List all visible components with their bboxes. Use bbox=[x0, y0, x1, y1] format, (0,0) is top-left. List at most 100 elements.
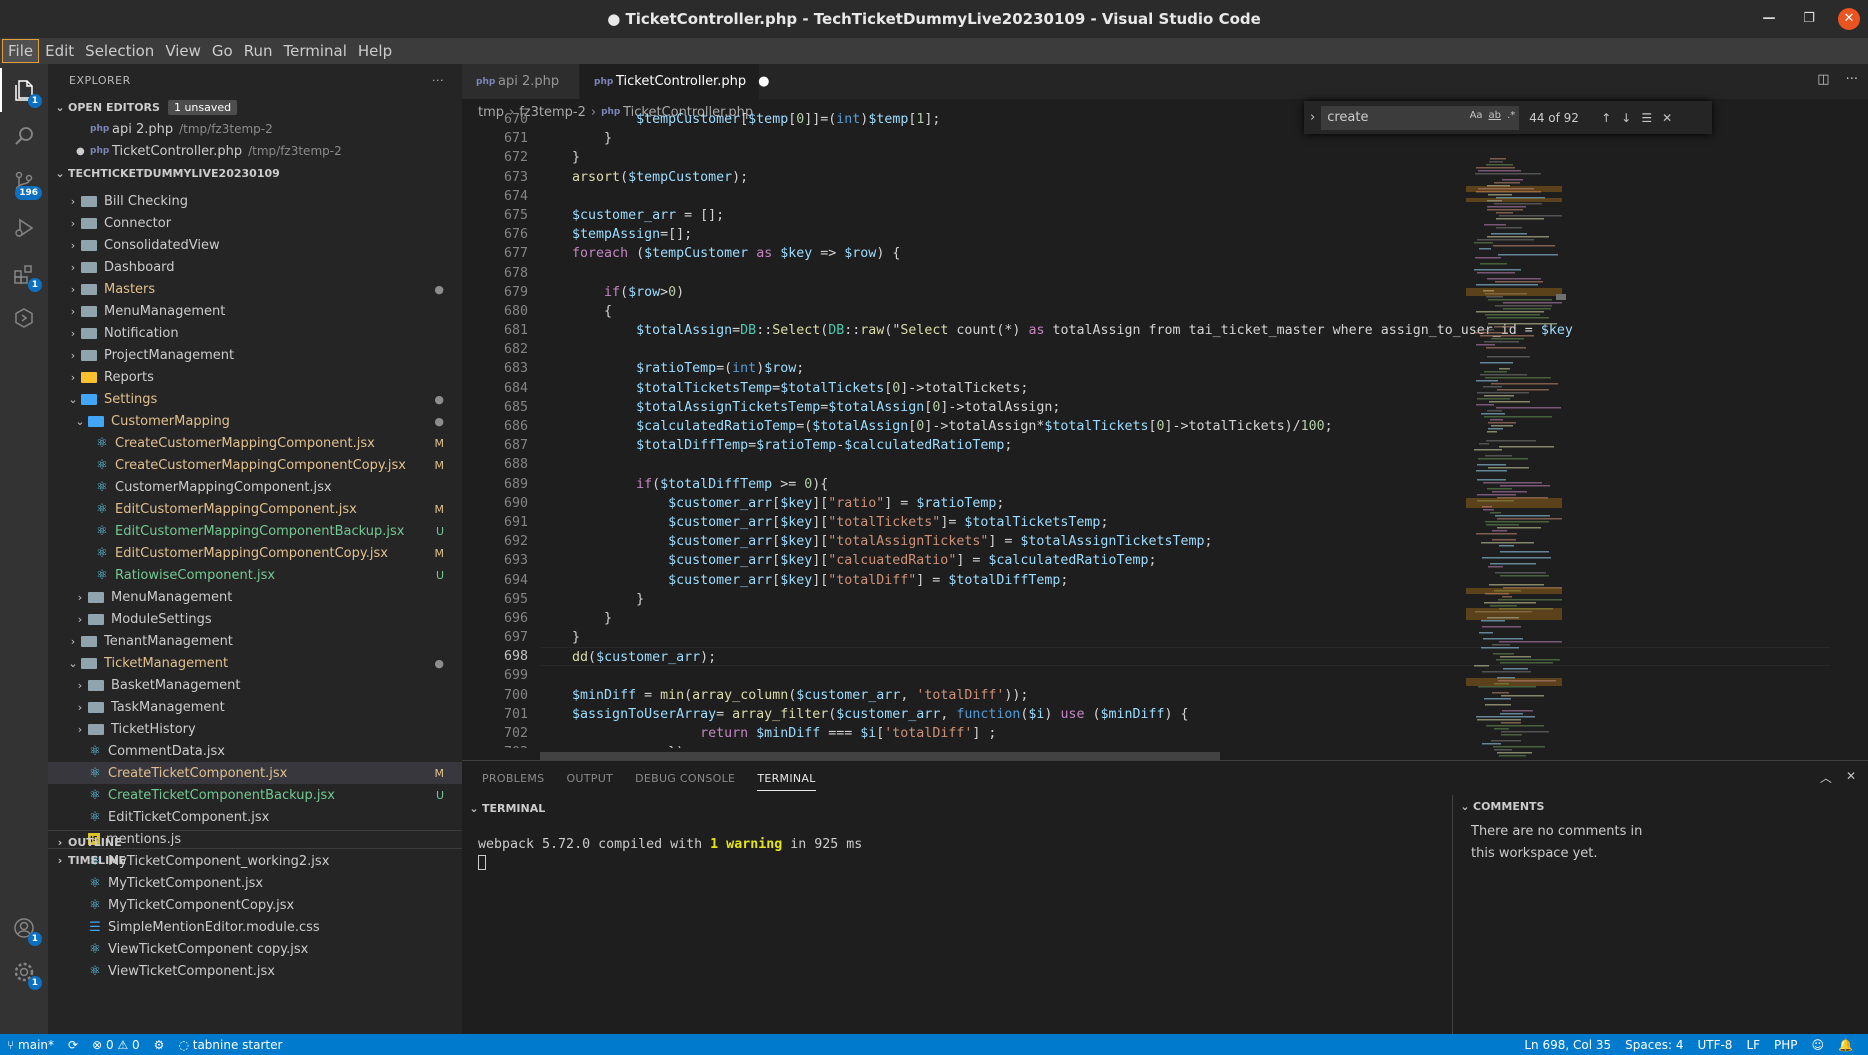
folder-item[interactable]: › Connector bbox=[48, 212, 462, 234]
git-decoration: ● bbox=[434, 656, 444, 670]
explorer-icon[interactable]: 1 bbox=[0, 68, 48, 112]
folder-item[interactable]: › ModuleSettings bbox=[48, 608, 462, 630]
terminal-output[interactable]: webpack 5.72.0 compiled with 1 warning i… bbox=[478, 837, 862, 852]
open-editor-item[interactable]: php api 2.php /tmp/fz3temp-2 bbox=[48, 118, 462, 140]
workspace-section[interactable]: ⌄ TECHTICKETDUMMYLIVE20230109 bbox=[48, 162, 462, 184]
file-item[interactable]: ⚛ CreateTicketComponentBackup.jsx U bbox=[48, 784, 462, 806]
folder-item[interactable]: › MenuManagement bbox=[48, 586, 462, 608]
file-item[interactable]: ⚛ RatiowiseComponent.jsx U bbox=[48, 564, 462, 586]
file-item[interactable]: ⚛ CreateCustomerMappingComponent.jsx M bbox=[48, 432, 462, 454]
open-editor-item[interactable]: ● php TicketController.php /tmp/fz3temp-… bbox=[48, 140, 462, 162]
tab-output[interactable]: OUTPUT bbox=[566, 772, 613, 785]
branch-indicator[interactable]: ⑂ main* bbox=[7, 1038, 54, 1052]
menu-view[interactable]: View bbox=[160, 40, 206, 62]
match-whole-word-icon[interactable]: ab bbox=[1489, 110, 1501, 121]
file-item[interactable]: ☰ SimpleMentionEditor.module.css bbox=[48, 916, 462, 938]
unsaved-dot-icon[interactable]: ● bbox=[758, 74, 769, 89]
folder-item[interactable]: › Notification bbox=[48, 322, 462, 344]
tab-terminal[interactable]: TERMINAL bbox=[757, 772, 816, 791]
tab-ticketcontroller-php[interactable]: php TicketController.php ● bbox=[580, 64, 769, 99]
folder-item[interactable]: › Dashboard bbox=[48, 256, 462, 278]
folder-item[interactable]: ⌄ Settings ● bbox=[48, 388, 462, 410]
folder-item[interactable]: › Masters ● bbox=[48, 278, 462, 300]
menu-edit[interactable]: Edit bbox=[40, 40, 79, 62]
menu-go[interactable]: Go bbox=[207, 40, 238, 62]
problems-indicator[interactable]: ⊗ 0 ⚠ 0 bbox=[92, 1038, 140, 1052]
remote-explorer-icon[interactable] bbox=[0, 296, 48, 340]
file-item[interactable]: ⚛ CommentData.jsx bbox=[48, 740, 462, 762]
minimize-icon[interactable]: — bbox=[1758, 8, 1780, 30]
file-item[interactable]: ⚛ EditCustomerMappingComponentBackup.jsx U bbox=[48, 520, 462, 542]
arrow-down-icon[interactable]: ↓ bbox=[1621, 111, 1631, 125]
more-actions-icon[interactable]: ··· bbox=[1846, 72, 1858, 87]
language-mode[interactable]: PHP bbox=[1774, 1038, 1798, 1052]
timeline-section[interactable]: › TIMELINE bbox=[48, 849, 462, 871]
menu-terminal[interactable]: Terminal bbox=[279, 40, 352, 62]
more-actions-icon[interactable]: ··· bbox=[432, 74, 444, 87]
maximize-panel-icon[interactable]: ︿ bbox=[1820, 769, 1832, 786]
extensions-icon[interactable]: 1 bbox=[0, 252, 48, 296]
folder-item[interactable]: › Bill Checking bbox=[48, 190, 462, 212]
file-item[interactable]: ⚛ EditCustomerMappingComponentCopy.jsx M bbox=[48, 542, 462, 564]
close-icon[interactable]: ✕ bbox=[1662, 111, 1672, 125]
file-item[interactable]: ⚛ MyTicketComponentCopy.jsx bbox=[48, 894, 462, 916]
indentation[interactable]: Spaces: 4 bbox=[1625, 1038, 1683, 1052]
feedback-icon[interactable]: ☺ bbox=[1812, 1038, 1825, 1052]
menu-run[interactable]: Run bbox=[239, 40, 278, 62]
settings-gear-icon[interactable]: 1 bbox=[0, 950, 48, 994]
folder-item[interactable]: › MenuManagement bbox=[48, 300, 462, 322]
folder-item[interactable]: ⌄ TicketManagement ● bbox=[48, 652, 462, 674]
close-panel-icon[interactable]: ✕ bbox=[1846, 769, 1856, 786]
folder-item[interactable]: › TicketHistory bbox=[48, 718, 462, 740]
menu-help[interactable]: Help bbox=[353, 40, 397, 62]
folder-item[interactable]: › Reports bbox=[48, 366, 462, 388]
comments-header[interactable]: ⌄ COMMENTS bbox=[1453, 795, 1868, 817]
tab-debug-console[interactable]: DEBUG CONSOLE bbox=[635, 772, 735, 785]
accounts-icon[interactable]: 1 bbox=[0, 906, 48, 950]
file-item[interactable]: ⚛ EditCustomerMappingComponent.jsx M bbox=[48, 498, 462, 520]
find-in-selection-icon[interactable]: ☰ bbox=[1641, 111, 1652, 125]
maximize-icon[interactable]: ❐ bbox=[1798, 8, 1820, 30]
file-item[interactable]: ⚛ CustomerMappingComponent.jsx bbox=[48, 476, 462, 498]
terminal-header[interactable]: ⌄ TERMINAL bbox=[462, 797, 1452, 819]
end-of-line[interactable]: LF bbox=[1746, 1038, 1760, 1052]
debug-icon[interactable]: ⚙ bbox=[154, 1038, 165, 1052]
encoding[interactable]: UTF-8 bbox=[1697, 1038, 1732, 1052]
file-item[interactable]: ⚛ MyTicketComponent.jsx bbox=[48, 872, 462, 894]
file-item[interactable]: ⚛ ViewTicketComponent.jsx bbox=[48, 960, 462, 982]
regex-icon[interactable]: .* bbox=[1507, 110, 1515, 121]
folder-item[interactable]: › ConsolidatedView bbox=[48, 234, 462, 256]
search-icon[interactable] bbox=[0, 114, 48, 158]
code-view[interactable]: $tempCustomer[$temp[0]]=(int)$temp[1]; }… bbox=[540, 110, 1830, 748]
file-item[interactable]: ⚛ ViewTicketComponent copy.jsx bbox=[48, 938, 462, 960]
minimap[interactable] bbox=[1466, 158, 1567, 760]
vertical-scrollbar-thumb[interactable] bbox=[1556, 294, 1566, 300]
close-window-icon[interactable]: ✕ bbox=[1838, 8, 1860, 30]
tab-problems[interactable]: PROBLEMS bbox=[482, 772, 544, 785]
file-item[interactable]: ⚛ EditTicketComponent.jsx bbox=[48, 806, 462, 828]
folder-item[interactable]: ⌄ CustomerMapping ● bbox=[48, 410, 462, 432]
tabnine-indicator[interactable]: ◌ tabnine starter bbox=[178, 1038, 282, 1052]
cursor-position[interactable]: Ln 698, Col 35 bbox=[1524, 1038, 1611, 1052]
toggle-replace-icon[interactable]: › bbox=[1310, 110, 1315, 125]
open-editors-section[interactable]: ⌄ OPEN EDITORS 1 unsaved bbox=[48, 96, 462, 118]
unsaved-dot-icon[interactable]: ● bbox=[76, 146, 90, 157]
find-input[interactable]: create Aa ab .* bbox=[1321, 105, 1520, 130]
folder-item[interactable]: › ProjectManagement bbox=[48, 344, 462, 366]
folder-item[interactable]: › BasketManagement bbox=[48, 674, 462, 696]
match-case-icon[interactable]: Aa bbox=[1470, 110, 1483, 121]
arrow-up-icon[interactable]: ↑ bbox=[1601, 111, 1611, 125]
menu-file[interactable]: File bbox=[2, 39, 40, 63]
folder-item[interactable]: › TenantManagement bbox=[48, 630, 462, 652]
sync-icon[interactable]: ⟳ bbox=[68, 1038, 78, 1052]
notifications-icon[interactable]: 🔔 bbox=[1838, 1038, 1853, 1052]
tab-api-2-php[interactable]: php api 2.php bbox=[462, 64, 580, 99]
file-item[interactable]: ⚛ CreateCustomerMappingComponentCopy.jsx M bbox=[48, 454, 462, 476]
split-editor-icon[interactable]: ◫ bbox=[1817, 72, 1829, 87]
run-debug-icon[interactable] bbox=[0, 206, 48, 250]
file-item[interactable]: ⚛ CreateTicketComponent.jsx M bbox=[48, 762, 462, 784]
horizontal-scrollbar[interactable] bbox=[540, 752, 1220, 760]
menu-selection[interactable]: Selection bbox=[80, 40, 159, 62]
folder-item[interactable]: › TaskManagement bbox=[48, 696, 462, 718]
source-control-icon[interactable]: 196 bbox=[0, 160, 48, 204]
